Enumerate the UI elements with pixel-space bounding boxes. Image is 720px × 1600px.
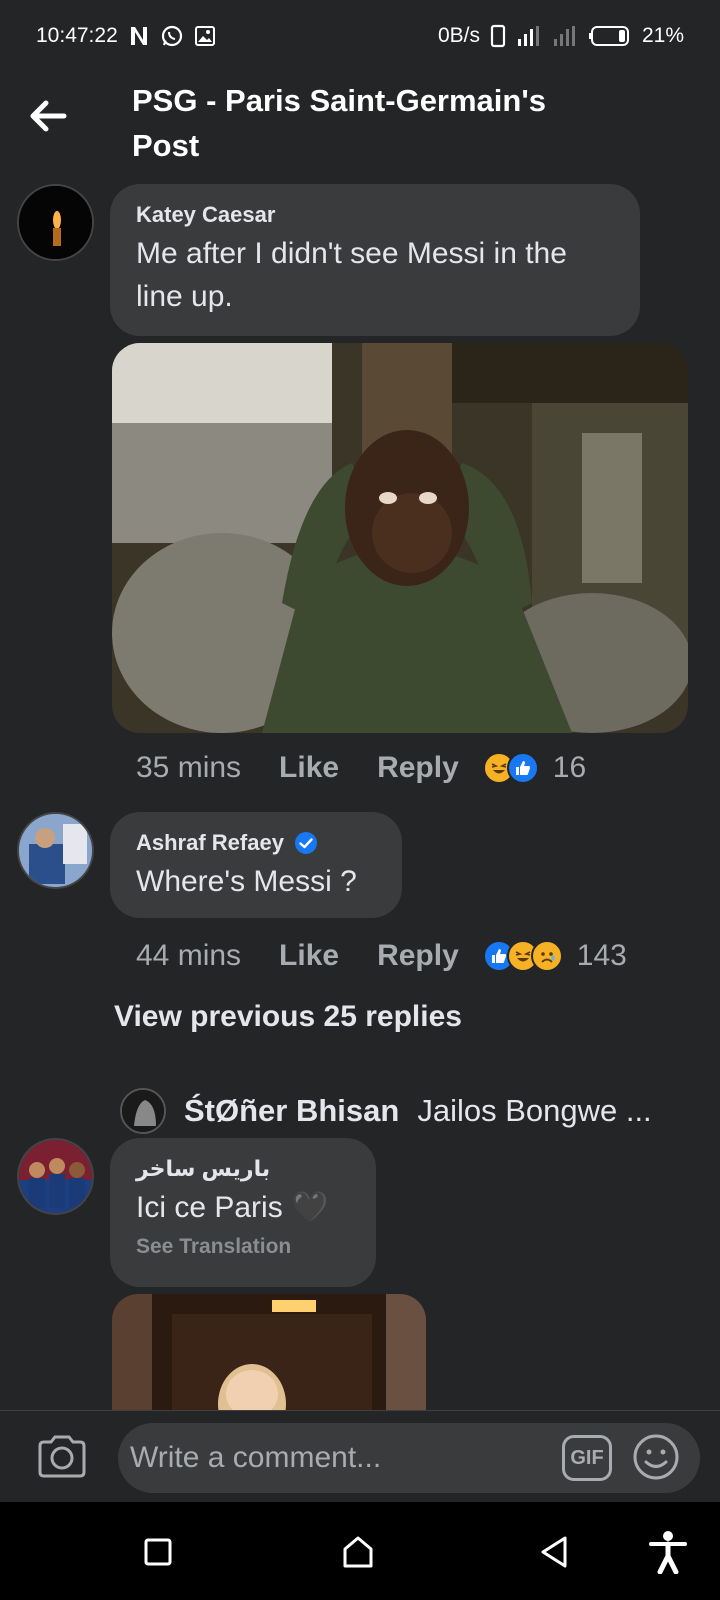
comment-bubble[interactable]: Katey Caesar Me after I didn't see Messi…: [110, 184, 640, 336]
reply-text: Jailos Bongwe ...: [417, 1093, 652, 1128]
accessibility-button[interactable]: [646, 1530, 690, 1574]
comment-input[interactable]: [118, 1423, 700, 1493]
comment-photo[interactable]: [112, 343, 688, 733]
avatar[interactable]: [17, 184, 94, 261]
comment-photo[interactable]: [112, 1294, 426, 1410]
reaction-summary[interactable]: [482, 752, 539, 784]
comment-author[interactable]: Katey Caesar: [136, 202, 614, 228]
verified-badge-icon: [294, 832, 317, 854]
comment-bubble[interactable]: باريس ساخر Ici ce Paris 🖤 See Translatio…: [110, 1138, 376, 1287]
reply-button[interactable]: Reply: [377, 751, 459, 785]
whatsapp-notification-icon: [160, 24, 184, 48]
emoji-button[interactable]: [632, 1433, 680, 1481]
reply-avatar-image: [122, 1090, 164, 1132]
comment-text: Where's Messi ?: [136, 865, 357, 898]
status-left: 10:47:22: [36, 24, 216, 48]
candle-avatar-image: [19, 186, 92, 259]
avatar[interactable]: [17, 812, 94, 889]
reaction-count[interactable]: 143: [577, 939, 627, 973]
comment-time[interactable]: 35 mins: [136, 751, 241, 785]
post-header: PSG - Paris Saint-Germain's Post: [0, 72, 720, 182]
comment-time[interactable]: 44 mins: [136, 939, 241, 973]
back-button[interactable]: [26, 94, 70, 138]
camera-button[interactable]: [34, 1431, 90, 1481]
comment-bubble[interactable]: Ashraf Refaey Where's Messi ?: [110, 812, 402, 918]
gif-button[interactable]: GIF: [562, 1435, 612, 1481]
sad-icon: [530, 940, 563, 972]
status-right: 0B/s 21%: [438, 24, 684, 48]
home-icon: [343, 1536, 373, 1568]
view-previous-replies-link[interactable]: View previous 25 replies: [114, 1000, 462, 1034]
vibrate-icon: [490, 24, 506, 48]
home-button[interactable]: [336, 1530, 380, 1574]
comment-composer: GIF: [0, 1410, 720, 1502]
back-triangle-icon: [541, 1536, 567, 1568]
reply-button[interactable]: Reply: [377, 939, 459, 973]
comment-text: Ici ce Paris 🖤: [136, 1191, 329, 1224]
system-nav-bar: [0, 1502, 720, 1600]
psg-players-avatar-image: [19, 1140, 92, 1213]
comment-actions: 44 mins Like Reply 143: [136, 934, 627, 978]
status-time: 10:47:22: [36, 24, 118, 47]
back-arrow-icon: [30, 100, 67, 132]
photo-preview-image: [112, 1294, 426, 1410]
comment-author[interactable]: Ashraf Refaey: [136, 830, 376, 856]
comment-author[interactable]: باريس ساخر: [136, 1156, 350, 1182]
network-speed: 0B/s: [437, 24, 480, 47]
signal-4g-icon: [516, 24, 542, 48]
avatar[interactable]: [120, 1088, 166, 1134]
reply-preview[interactable]: ŚtØñer Bhisan Jailos Bongwe ...: [120, 1088, 652, 1134]
camera-icon: [38, 1435, 86, 1478]
emoji-smile-icon: [633, 1434, 679, 1480]
reaction-count[interactable]: 16: [553, 751, 586, 785]
like-button[interactable]: Like: [279, 751, 339, 785]
recents-square-icon: [144, 1538, 172, 1566]
gallery-notification-icon: [194, 25, 216, 47]
back-nav-button[interactable]: [532, 1530, 576, 1574]
like-button[interactable]: Like: [279, 939, 339, 973]
reaction-summary[interactable]: [482, 940, 563, 972]
meme-photo-image: [112, 343, 688, 733]
reply-author[interactable]: ŚtØñer Bhisan: [184, 1093, 399, 1129]
like-icon: [506, 752, 539, 784]
battery-percent: 21%: [641, 24, 684, 47]
accessibility-icon: [649, 1531, 687, 1574]
see-translation-link[interactable]: See Translation: [136, 1235, 350, 1259]
netflix-notification-icon: [128, 25, 150, 47]
avatar[interactable]: [17, 1138, 94, 1215]
user-avatar-image: [19, 814, 92, 887]
comment-text: Me after I didn't see Messi in the line …: [136, 237, 567, 313]
recents-button[interactable]: [136, 1530, 180, 1574]
signal-icon: [552, 24, 578, 48]
battery-icon: [588, 25, 632, 47]
comment-actions: 35 mins Like Reply 16: [136, 746, 586, 790]
status-bar: 10:47:22 0B/s 21%: [0, 0, 720, 72]
page-title: PSG - Paris Saint-Germain's Post: [132, 83, 546, 163]
